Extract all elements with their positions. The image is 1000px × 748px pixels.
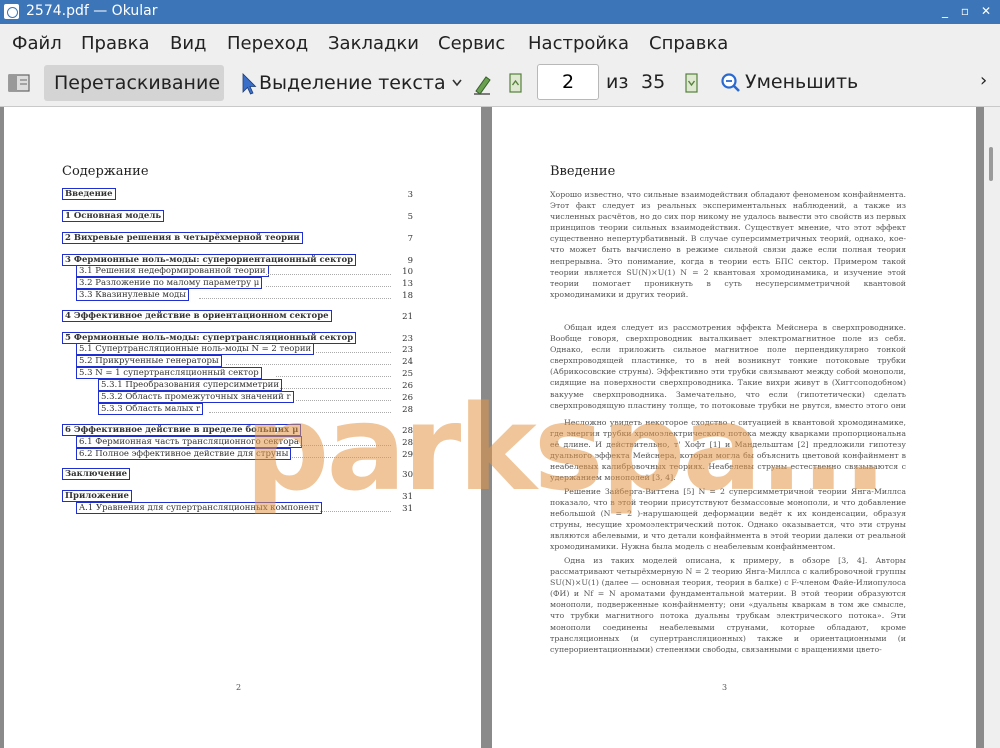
text-selection-tool-button[interactable]: Выделение текста <box>237 65 467 101</box>
toc-link[interactable]: Заключение <box>62 468 131 480</box>
menu-file[interactable]: Файл <box>12 33 62 54</box>
toc-link[interactable]: 1 Основная модель <box>62 210 165 222</box>
menu-go[interactable]: Переход <box>227 33 308 54</box>
minimize-button[interactable]: _ <box>936 2 954 20</box>
toc-page: 25 <box>402 369 413 379</box>
toc-page: 13 <box>402 279 413 289</box>
toc-link[interactable]: 3.1 Решения недеформированной теории <box>76 265 269 277</box>
menu-help[interactable]: Справка <box>649 33 728 54</box>
zoom-out-icon <box>721 73 740 92</box>
section-title: Введение <box>550 164 616 179</box>
scrollbar-thumb[interactable] <box>989 147 993 181</box>
page-down-icon <box>685 73 698 93</box>
vertical-scrollbar[interactable] <box>984 107 1000 748</box>
okular-app-icon <box>4 4 19 19</box>
menu-bookmarks[interactable]: Закладки <box>328 33 419 54</box>
page-number: 3 <box>722 683 728 692</box>
watermark: parkspa... <box>245 379 888 517</box>
toc-page: 23 <box>402 345 413 355</box>
toc-page: 24 <box>402 357 413 367</box>
page-total-label: 35 <box>641 71 666 93</box>
text-selection-label: Выделение текста <box>259 72 446 94</box>
page-of-label: из <box>606 71 629 93</box>
sidebar-icon <box>8 74 30 92</box>
highlighter-icon <box>474 76 491 95</box>
menu-bar: Файл Правка Вид Переход Закладки Сервис … <box>0 24 1000 62</box>
maximize-button[interactable]: ▫ <box>956 2 974 20</box>
toc-link[interactable]: 5.3 N = 1 супертрансляционный сектор <box>76 367 262 379</box>
toc-page: 23 <box>402 334 413 344</box>
toc-page: 7 <box>407 234 413 244</box>
sidebar-toggle-button[interactable] <box>6 65 32 101</box>
page-up-icon <box>509 73 522 93</box>
zoom-out-button[interactable]: Уменьшить <box>719 65 869 101</box>
body-paragraph: Одна из таких моделей описана, к примеру… <box>550 556 906 654</box>
toc-link[interactable]: 4 Эффективное действие в ориентационном … <box>62 310 332 322</box>
menu-settings[interactable]: Настройка <box>528 33 629 54</box>
toc-link[interactable]: 5.1 Супертрансляционные ноль-моды N = 2 … <box>76 343 315 355</box>
leader-dots <box>266 274 391 275</box>
toc-page: 9 <box>407 256 413 266</box>
body-paragraph: Хорошо известно, что сильные взаимодейст… <box>550 190 906 299</box>
leader-dots <box>226 364 391 365</box>
toc-title: Содержание <box>62 164 149 179</box>
toc-link[interactable]: Приложение <box>62 490 132 502</box>
toc-link[interactable]: Введение <box>62 188 116 200</box>
browse-tool-label: Перетаскивание <box>54 72 221 94</box>
toc-page: 21 <box>402 312 413 322</box>
previous-page-button[interactable] <box>504 65 526 101</box>
close-button[interactable]: ✕ <box>977 2 995 20</box>
toc-link[interactable]: 3.3 Квазинулевые моды <box>76 289 190 301</box>
chevron-down-icon[interactable] <box>451 65 463 101</box>
menu-view[interactable]: Вид <box>170 33 207 54</box>
toc-link[interactable]: 3.2 Разложение по малому параметру μ <box>76 277 263 289</box>
cursor-arrow-icon <box>242 73 257 95</box>
page-number: 2 <box>236 683 242 692</box>
title-bar: 2574.pdf — Okular _ ▫ ✕ <box>0 0 1000 24</box>
toc-page: 10 <box>402 267 413 277</box>
zoom-out-label: Уменьшить <box>745 71 859 93</box>
leader-dots <box>199 298 391 299</box>
menu-tools[interactable]: Сервис <box>438 33 505 54</box>
toolbar-overflow-button[interactable]: › <box>980 70 987 91</box>
browse-tool-button[interactable]: Перетаскивание <box>44 65 224 101</box>
toc-page: 18 <box>402 291 413 301</box>
highlighter-tool-button[interactable] <box>470 65 494 101</box>
next-page-button[interactable] <box>681 65 703 101</box>
menu-edit[interactable]: Правка <box>81 33 150 54</box>
toc-page: 5 <box>407 212 413 222</box>
page-number-input[interactable] <box>537 64 599 100</box>
toc-link[interactable]: 5.2 Прикрученные генераторы <box>76 355 222 367</box>
leader-dots <box>266 286 391 287</box>
window-title: 2574.pdf — Okular <box>26 3 158 19</box>
toc-link[interactable]: 5.3.3 Область малых r <box>98 403 204 415</box>
toc-link[interactable]: 2 Вихревые решения в четырёхмерной теори… <box>62 232 303 244</box>
leader-dots <box>276 376 391 377</box>
document-view[interactable]: Содержание Введение 3 1 Основная модель … <box>0 107 1000 748</box>
toc-page: 3 <box>407 190 413 200</box>
leader-dots <box>316 352 391 353</box>
